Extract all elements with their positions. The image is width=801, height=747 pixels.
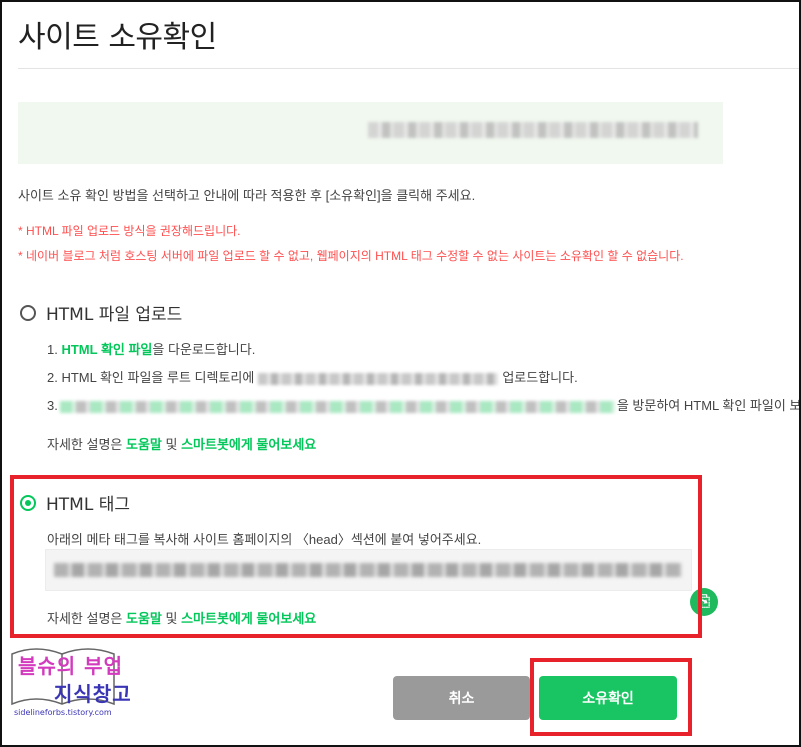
step-2-suffix: 업로드합니다. (502, 370, 578, 385)
step-3: 3. 을 방문하여 HTML 확인 파일이 보 (47, 395, 801, 414)
intro-text: 사이트 소유 확인 방법을 선택하고 안내에 따라 적용한 후 [소유확인]을 … (18, 188, 476, 203)
step-1-suffix: 을 다운로드합니다. (152, 342, 256, 357)
watermark-line1: 블슈의 부업 (18, 654, 123, 678)
download-html-file-link[interactable]: HTML 확인 파일 (61, 342, 152, 357)
ownership-panel: 사이트 소유확인 ·········· ·············· ·····… (0, 0, 801, 747)
redacted-url (59, 400, 615, 413)
cancel-button[interactable]: 취소 (393, 676, 530, 720)
watermark-logo: 블슈의 부업 지식창고 sidelineforbs.tistory.com (8, 642, 143, 722)
step-3-prefix: 3. (47, 398, 58, 413)
highlight-box-html-tag (10, 475, 702, 638)
redacted-path (258, 372, 499, 385)
help-file-upload: 자세한 설명은 도움말 및 스마트봇에게 물어보세요 (47, 434, 316, 453)
site-url-redacted: ·········· ·············· ········· (368, 122, 698, 138)
step-3-suffix: 을 방문하여 HTML 확인 파일이 보 (616, 398, 801, 413)
notice-blog: * 네이버 블로그 처럼 호스팅 서버에 파일 업로드 할 수 없고, 웹페이지… (18, 249, 684, 263)
highlight-box-confirm (530, 658, 692, 736)
page-title: 사이트 소유확인 (18, 20, 217, 55)
step-2: 2. HTML 확인 파일을 루트 디렉토리에 업로드합니다. (47, 367, 578, 386)
radio-html-file[interactable] (20, 304, 36, 321)
help-link[interactable]: 도움말 (126, 437, 162, 452)
title-divider (18, 68, 799, 69)
help-middle: 및 (161, 437, 182, 452)
notice-recommend: * HTML 파일 업로드 방식을 권장해드립니다. (18, 224, 241, 238)
option-html-file[interactable]: HTML 파일 업로드 (20, 300, 182, 325)
step-1: 1. HTML 확인 파일을 다운로드합니다. (47, 339, 255, 358)
smartbot-link[interactable]: 스마트봇에게 물어보세요 (181, 437, 316, 452)
watermark-url: sidelineforbs.tistory.com (14, 708, 112, 717)
step-2-prefix: 2. HTML 확인 파일을 루트 디렉토리에 (47, 370, 255, 385)
watermark-line2: 지식창고 (54, 682, 132, 706)
site-url-bar: ·········· ·············· ········· (18, 102, 723, 164)
option-html-file-label: HTML 파일 업로드 (46, 305, 183, 325)
help-prefix: 자세한 설명은 (47, 437, 126, 452)
step-1-prefix: 1. (47, 342, 62, 357)
